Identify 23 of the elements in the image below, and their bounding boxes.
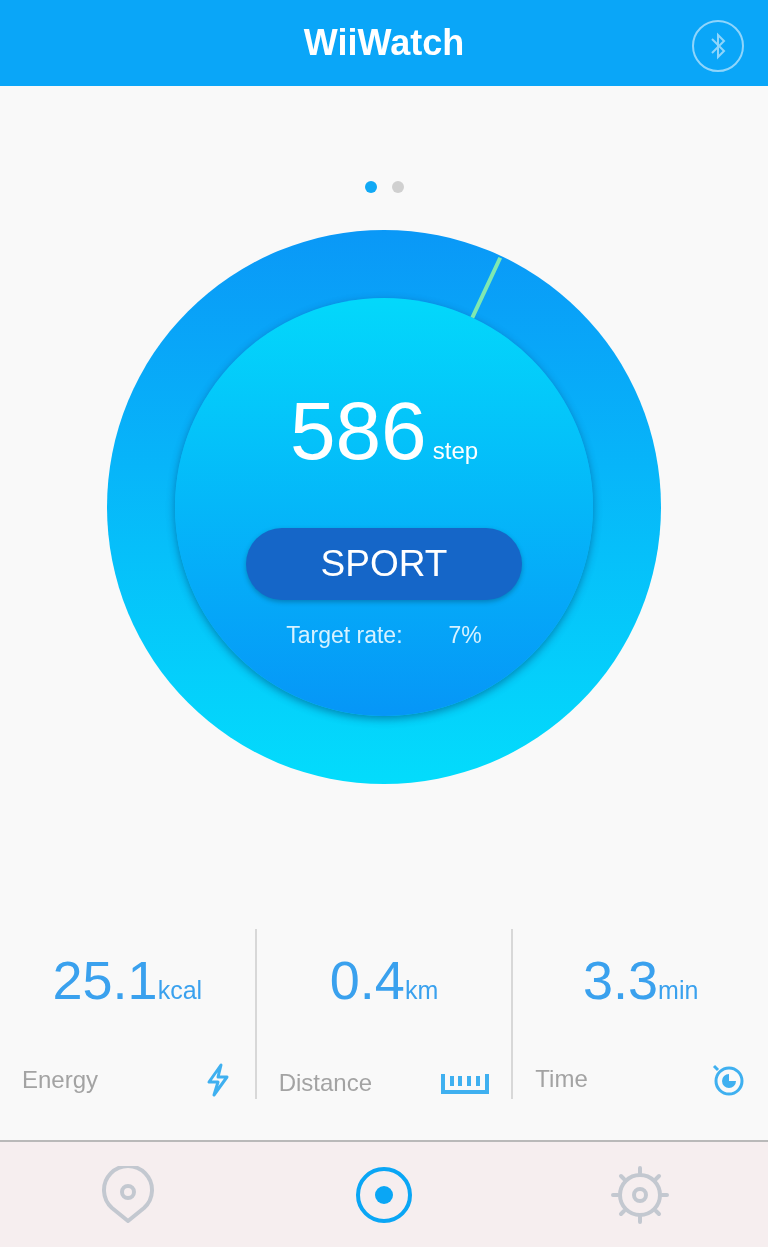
stat-unit: km xyxy=(404,976,439,1005)
settings-icon[interactable] xyxy=(610,1164,670,1225)
stat-value: 0.4 xyxy=(329,949,405,1011)
progress-marker xyxy=(470,256,503,319)
stat-value: 3.3 xyxy=(583,949,659,1011)
stat-label: Distance xyxy=(278,1069,373,1097)
target-label: Target rate: xyxy=(286,622,403,649)
bluetooth-icon[interactable] xyxy=(691,19,745,73)
step-count: 586 xyxy=(289,390,427,472)
record-icon[interactable] xyxy=(355,1165,413,1224)
page-dot[interactable] xyxy=(364,181,377,193)
stat-label: Time xyxy=(535,1065,588,1093)
target-value: 7% xyxy=(448,622,482,649)
page-dot[interactable] xyxy=(391,181,404,193)
stat-unit: min xyxy=(658,976,699,1005)
step-unit: step xyxy=(432,437,479,465)
stat-unit: kcal xyxy=(157,976,203,1005)
sport-button[interactable]: SPORT xyxy=(246,528,522,600)
app-title: WiiWatch xyxy=(303,22,465,64)
ruler-icon xyxy=(441,1072,490,1094)
stat-label: Energy xyxy=(22,1066,99,1094)
location-pin-icon[interactable] xyxy=(101,1165,155,1224)
stat-value: 25.1 xyxy=(52,949,158,1011)
